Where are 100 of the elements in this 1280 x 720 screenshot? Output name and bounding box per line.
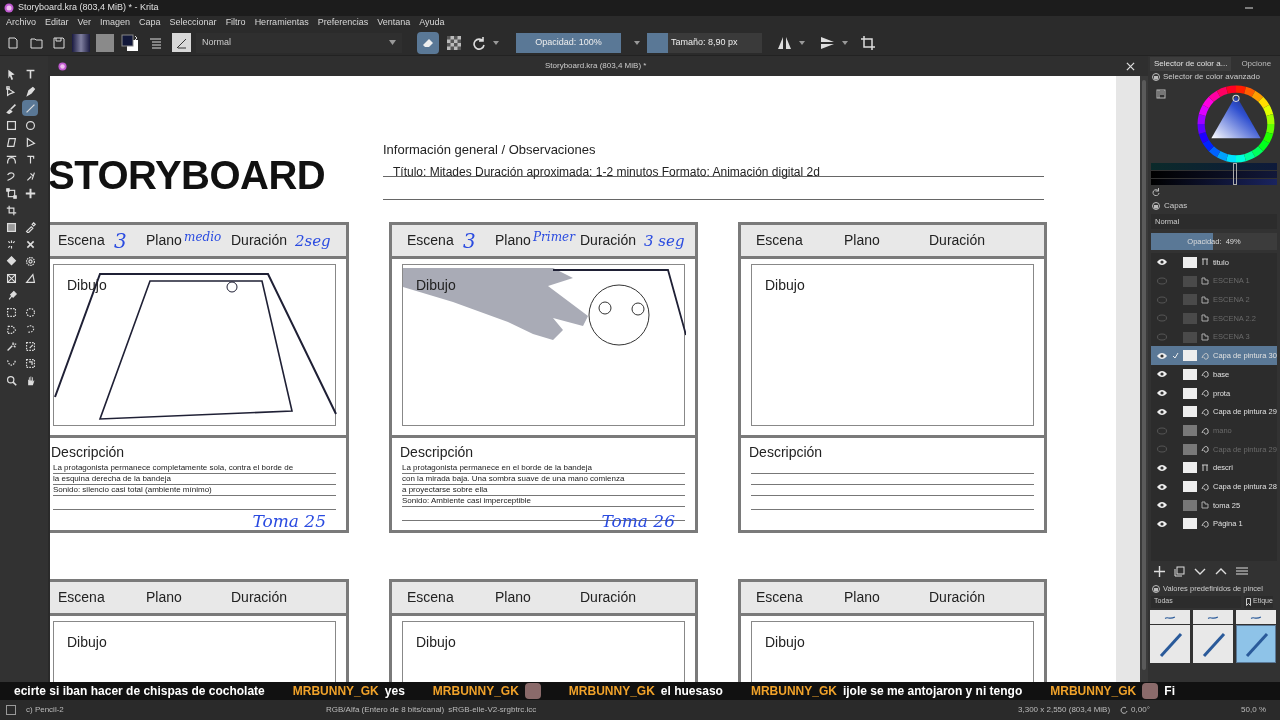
eraser-button[interactable]: [417, 31, 439, 54]
brush-preset-thumbnail[interactable]: [1150, 625, 1190, 663]
plane-label: Plano: [146, 231, 183, 250]
lock-icon[interactable]: [1152, 73, 1160, 81]
scene-label: Escena: [756, 231, 804, 250]
eye-icon[interactable]: [1157, 407, 1167, 416]
list-icon[interactable]: [148, 36, 162, 49]
docker-title: Selector de color avanzado: [1163, 71, 1260, 83]
eye-icon[interactable]: [1157, 501, 1167, 510]
duration-label: Duración: [580, 588, 638, 607]
chat-username: MRBUNNY_GK: [750, 683, 837, 700]
layer-thumbnail: [1183, 499, 1197, 511]
handwritten-value: 3: [114, 230, 127, 251]
description-label: Descripción: [51, 444, 126, 460]
menu-item[interactable]: Ayuda: [419, 16, 445, 30]
pattern-swatch[interactable]: [96, 33, 114, 52]
duplicate-icon[interactable]: [1174, 565, 1185, 577]
brush-preset-thumbnail[interactable]: [1193, 625, 1233, 663]
eye-icon[interactable]: [1157, 370, 1167, 379]
plane-label: Plano: [844, 231, 881, 250]
foreground-background-color-icon[interactable]: [121, 33, 139, 52]
docker-tab[interactable]: Opcione: [1237, 57, 1276, 71]
chevron-up-icon[interactable]: [1215, 567, 1227, 575]
chat-message: yes: [384, 683, 405, 700]
status-brush: c) Pencil-2: [26, 704, 65, 716]
document-icon: [58, 61, 67, 71]
paint-layer-icon: [1201, 370, 1209, 379]
menu-item[interactable]: Ventana: [377, 16, 411, 30]
lock-icon[interactable]: [1152, 585, 1160, 593]
docker-title: Capas: [1164, 199, 1188, 212]
line-icon[interactable]: [22, 100, 38, 116]
settings-icon[interactable]: [1156, 89, 1166, 99]
brush-preset-thumbnail[interactable]: [1236, 610, 1276, 624]
menu-item[interactable]: Ver: [77, 16, 92, 30]
color-sliders-drawing[interactable]: [1151, 163, 1277, 185]
menu-item[interactable]: Imagen: [100, 16, 131, 30]
menu-item[interactable]: Seleccionar: [169, 16, 217, 30]
eye-icon[interactable]: [1157, 519, 1167, 528]
menu-item[interactable]: Preferencias: [317, 16, 369, 30]
drawing-label: Dibujo: [416, 277, 456, 293]
rotation-icon: [1120, 706, 1129, 714]
caret-icon[interactable]: [799, 40, 805, 45]
duration-label: Duración: [929, 588, 987, 607]
chat-username: MRBUNNY_GK: [1050, 683, 1137, 700]
scene-label: Escena: [58, 588, 106, 607]
paint-layer-icon: [1201, 482, 1209, 491]
transform-icon[interactable]: [3, 185, 19, 201]
menu-item[interactable]: Capa: [139, 16, 161, 30]
eye-icon[interactable]: [1157, 258, 1167, 267]
description-text: Sonido: silencio casi total (ambiente mínimo): [53, 485, 212, 494]
app-logo-icon: [4, 3, 14, 13]
blend-mode-dropdown[interactable]: Normal: [196, 32, 402, 53]
layer-thumbnail: [1183, 481, 1197, 493]
brush-preset-thumbnail[interactable]: [172, 33, 191, 52]
brush-preset-thumbnail[interactable]: [1150, 610, 1190, 624]
reload-icon[interactable]: [1152, 188, 1160, 196]
caret-icon[interactable]: [842, 40, 848, 45]
mirror-vertical-icon[interactable]: [820, 35, 835, 50]
eye-icon[interactable]: [1157, 463, 1167, 472]
checkerboard-icon[interactable]: [447, 35, 461, 50]
caret-icon[interactable]: [634, 40, 640, 45]
chevron-down-icon[interactable]: [1194, 567, 1206, 575]
crop-icon[interactable]: [861, 35, 875, 50]
close-icon[interactable]: [1126, 61, 1135, 71]
paint-layer-icon: [1201, 445, 1209, 454]
add-icon[interactable]: [1154, 565, 1165, 577]
menu-item[interactable]: Filtro: [225, 16, 246, 30]
gradient-swatch[interactable]: [72, 33, 90, 52]
menu-item[interactable]: Editar: [45, 16, 69, 30]
docker-tab[interactable]: Selector de color a...: [1150, 57, 1232, 71]
duration-label: Duración: [580, 231, 638, 250]
description-text: La protagonista permanece en el borde de la bandeja: [402, 463, 592, 472]
status-rotation: 0,00°: [1131, 704, 1151, 716]
folder-icon[interactable]: [29, 36, 43, 49]
duration-label: Duración: [929, 231, 987, 250]
menu-item[interactable]: Herramientas: [254, 16, 309, 30]
eye-icon[interactable]: [1157, 482, 1167, 491]
handwritten-value: 3: [463, 230, 476, 251]
save-icon[interactable]: [53, 36, 65, 49]
reload-icon[interactable]: [472, 35, 486, 50]
new-document-icon[interactable]: [7, 36, 19, 49]
mirror-horizontal-icon[interactable]: [777, 35, 792, 50]
sliders-icon[interactable]: [1236, 566, 1248, 576]
brush-preset-thumbnail[interactable]: [1236, 625, 1276, 663]
layer-thumbnail: [1183, 312, 1197, 324]
color-wheel-drawing[interactable]: [1197, 85, 1275, 163]
document-title: Storyboard.kra (803,4 MiB) *: [545, 60, 647, 72]
drawing-label: Dibujo: [416, 634, 456, 650]
description-text: con la mirada baja. Una sombra suave de una mano comienza: [402, 474, 625, 483]
scene-label: Escena: [407, 588, 455, 607]
eye-icon[interactable]: [1157, 351, 1167, 360]
caret-icon[interactable]: [493, 40, 499, 45]
brush-preset-thumbnail[interactable]: [1193, 610, 1233, 624]
opacity-slider[interactable]: Opacidad: 100%: [516, 32, 621, 53]
eye-icon[interactable]: [1157, 389, 1167, 398]
size-slider[interactable]: Tamaño: 8,90 px: [647, 32, 762, 53]
bookmark-icon: [1246, 597, 1251, 606]
menu-item[interactable]: Archivo: [6, 16, 36, 30]
scrollbar-thumb[interactable]: [1142, 80, 1146, 670]
lock-icon[interactable]: [1152, 201, 1160, 210]
